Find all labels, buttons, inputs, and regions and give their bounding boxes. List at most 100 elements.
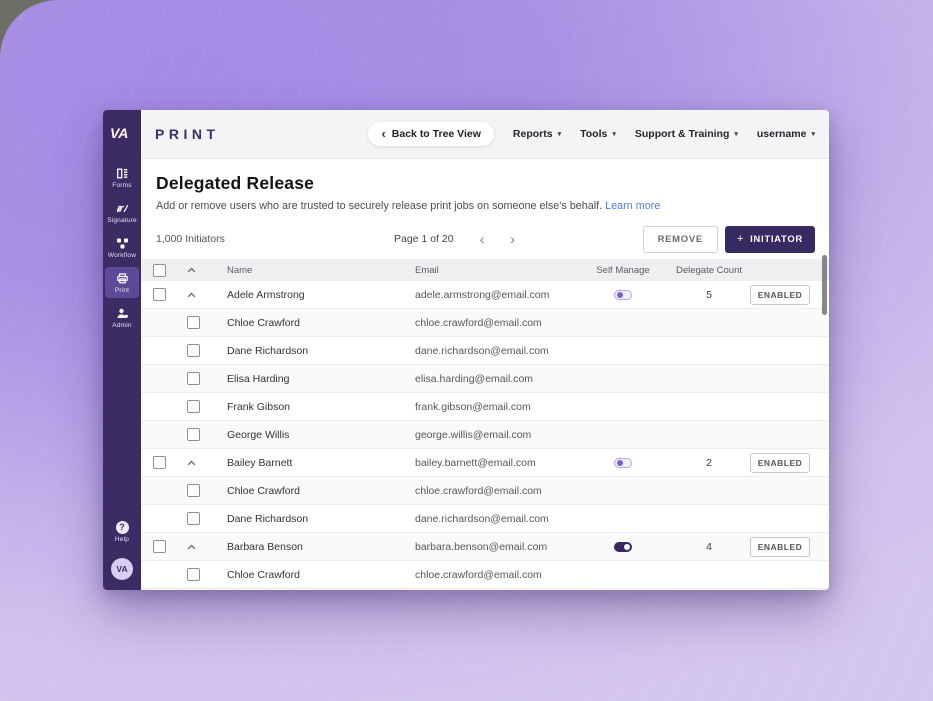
table-body: Adele Armstrong adele.armstrong@email.com… xyxy=(141,281,829,590)
va-logo: VA xyxy=(103,110,141,156)
row-checkbox[interactable] xyxy=(187,512,200,525)
row-checkbox[interactable] xyxy=(187,428,200,441)
collapse-all-button[interactable] xyxy=(187,267,196,273)
scrollbar-thumb[interactable] xyxy=(822,255,827,315)
next-page-button[interactable]: › xyxy=(506,232,519,246)
caret-down-icon: ▾ xyxy=(734,130,738,138)
back-to-tree-view-button[interactable]: ‹ Back to Tree View xyxy=(368,122,493,146)
sidebar-item-label: Forms xyxy=(105,182,139,189)
row-email: bailey.barnett@email.com xyxy=(415,457,536,469)
plus-icon: + xyxy=(737,235,744,243)
column-header-self-manage: Self Manage xyxy=(583,265,663,276)
menu-reports[interactable]: Reports ▾ xyxy=(513,128,561,140)
row-checkbox[interactable] xyxy=(187,400,200,413)
sidebar-item-label: Admin xyxy=(105,322,139,329)
sidebar-item-label: Print xyxy=(105,287,139,294)
delegate-count: 4 xyxy=(706,541,712,553)
toggle-knob xyxy=(617,292,623,298)
top-nav: ‹ Back to Tree View Reports▾Tools▾Suppor… xyxy=(368,122,815,146)
menu-group: Reports▾Tools▾Support & Training▾usernam… xyxy=(513,128,815,140)
table-row: Elisa Hardingelisa.harding@email.com xyxy=(141,365,829,393)
menu-label: username xyxy=(757,128,807,140)
row-email: frank.gibson@email.com xyxy=(415,401,531,413)
back-button-label: Back to Tree View xyxy=(392,128,481,140)
previous-page-button[interactable]: ‹ xyxy=(476,232,489,246)
select-all-checkbox[interactable] xyxy=(153,264,166,277)
sidebar-bottom: ? Help VA xyxy=(105,514,139,590)
avatar[interactable]: VA xyxy=(111,558,133,580)
menu-support-training[interactable]: Support & Training ▾ xyxy=(635,128,738,140)
sidebar-nav: Forms Signature Workflow Print Admin xyxy=(103,160,141,335)
sidebar-item-forms[interactable]: Forms xyxy=(105,162,139,193)
sidebar-item-admin[interactable]: Admin xyxy=(105,302,139,333)
row-checkbox[interactable] xyxy=(187,344,200,357)
sidebar-item-workflow[interactable]: Workflow xyxy=(105,232,139,263)
toolbar-actions: REMOVE + INITIATOR xyxy=(643,226,815,253)
table-row: Bailey Barnettbailey.barnett@email.com2E… xyxy=(141,449,829,477)
remove-button[interactable]: REMOVE xyxy=(643,226,718,253)
status-button[interactable]: ENABLED xyxy=(750,537,811,557)
menu-label: Support & Training xyxy=(635,128,730,140)
row-email: chloe.crawford@email.com xyxy=(415,485,542,497)
self-manage-toggle[interactable] xyxy=(614,542,632,552)
column-header-email: Email xyxy=(415,265,583,276)
column-header-delegate-count: Delegate Count xyxy=(663,265,755,276)
toggle-knob xyxy=(624,544,630,550)
row-name: Adele Armstrong xyxy=(227,289,305,301)
table-row: Dane Richardsondane.richardson@email.com xyxy=(141,589,829,590)
self-manage-toggle[interactable] xyxy=(614,458,632,468)
add-initiator-button[interactable]: + INITIATOR xyxy=(725,226,815,253)
delegate-count: 2 xyxy=(706,457,712,469)
collapse-row-button[interactable] xyxy=(187,460,196,466)
sidebar-item-print[interactable]: Print xyxy=(105,267,139,298)
row-name: Dane Richardson xyxy=(227,345,308,357)
menu-username[interactable]: username▾ xyxy=(757,128,815,140)
page-title: Delegated Release xyxy=(156,173,814,194)
row-checkbox[interactable] xyxy=(187,484,200,497)
row-checkbox[interactable] xyxy=(153,288,166,301)
menu-label: Reports xyxy=(513,128,553,140)
row-email: elisa.harding@email.com xyxy=(415,373,533,385)
row-checkbox[interactable] xyxy=(187,372,200,385)
caret-down-icon: ▾ xyxy=(558,130,562,138)
chevron-up-icon xyxy=(187,544,196,550)
chevron-up-icon xyxy=(187,460,196,466)
table-row: George Willisgeorge.willis@email.com xyxy=(141,421,829,449)
chevron-up-icon xyxy=(187,267,196,273)
sidebar: VA Forms Signature Workflow Print Admin ? He… xyxy=(103,110,141,590)
row-checkbox[interactable] xyxy=(153,540,166,553)
caret-down-icon: ▾ xyxy=(612,130,616,138)
brand-logo: PRINT xyxy=(155,126,220,142)
delegate-count: 5 xyxy=(706,289,712,301)
help-icon: ? xyxy=(116,521,129,534)
collapse-row-button[interactable] xyxy=(187,292,196,298)
table-header: Name Email Self Manage Delegate Count xyxy=(141,259,829,281)
table-row: Chloe Crawfordchloe.crawford@email.com xyxy=(141,309,829,337)
self-manage-toggle[interactable] xyxy=(614,290,632,300)
row-name: Dane Richardson xyxy=(227,513,308,525)
top-bar: PRINT ‹ Back to Tree View Reports▾Tools▾… xyxy=(141,110,829,159)
row-email: barbara.benson@email.com xyxy=(415,541,547,553)
menu-tools[interactable]: Tools▾ xyxy=(580,128,616,140)
row-email: george.willis@email.com xyxy=(415,429,531,441)
learn-more-link[interactable]: Learn more xyxy=(605,200,660,212)
row-email: dane.richardson@email.com xyxy=(415,345,549,357)
table-row: Barbara Bensonbarbara.benson@email.com4E… xyxy=(141,533,829,561)
status-button[interactable]: ENABLED xyxy=(750,285,811,305)
signature-icon xyxy=(105,202,139,215)
row-checkbox[interactable] xyxy=(187,316,200,329)
row-name: Chloe Crawford xyxy=(227,569,300,581)
row-checkbox[interactable] xyxy=(153,456,166,469)
description-text: Add or remove users who are trusted to s… xyxy=(156,200,602,212)
row-email: chloe.crawford@email.com xyxy=(415,569,542,581)
collapse-row-button[interactable] xyxy=(187,544,196,550)
table-row: Frank Gibsonfrank.gibson@email.com xyxy=(141,393,829,421)
table-row: Dane Richardson dane.richardson@email.com xyxy=(141,505,829,533)
sidebar-item-help[interactable]: ? Help xyxy=(105,516,139,547)
status-button[interactable]: ENABLED xyxy=(750,453,811,473)
initiator-count: 1,000 Initiators xyxy=(156,233,225,245)
row-email: adele.armstrong@email.com xyxy=(415,289,549,301)
sidebar-item-signature[interactable]: Signature xyxy=(105,197,139,228)
row-email: dane.richardson@email.com xyxy=(415,513,549,525)
row-checkbox[interactable] xyxy=(187,568,200,581)
